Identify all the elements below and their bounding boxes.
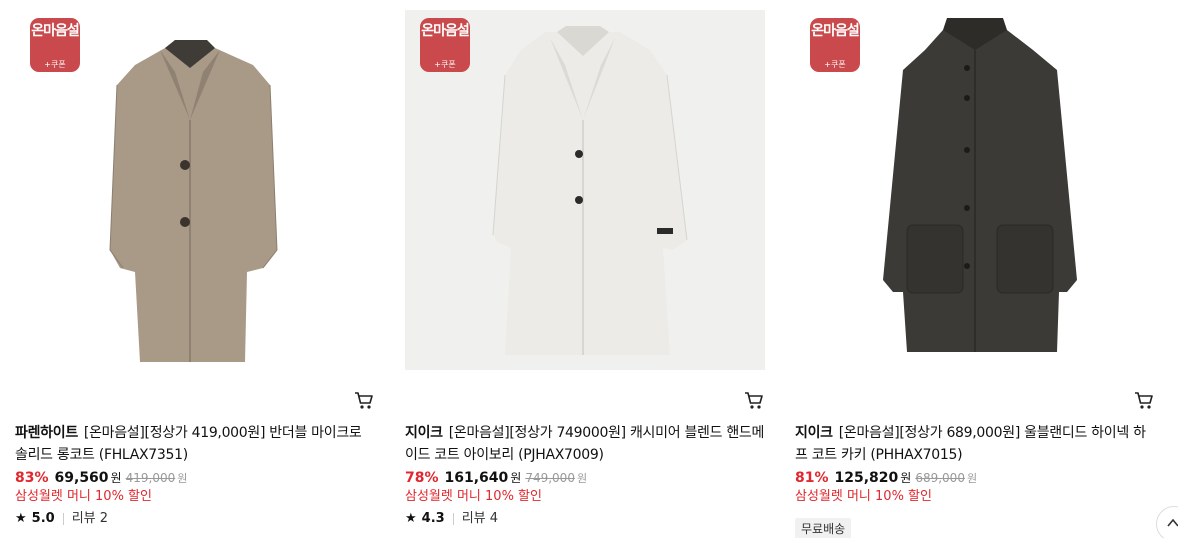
discount-rate: 81% <box>795 470 829 486</box>
free-shipping-tag: 무료배송 <box>795 518 852 538</box>
price-row: 81% 125,820 원 689,000 원 <box>795 468 977 488</box>
badge-main-text: 온마음설 <box>31 23 80 39</box>
currency-unit: 원 <box>900 471 912 485</box>
chevron-up-icon <box>1167 518 1178 527</box>
badge-sub-text: +쿠폰 <box>44 60 66 69</box>
badge-sub-text: +쿠폰 <box>434 60 456 69</box>
product-name: [온마음설][정상가 749000원] 캐시미어 블렌드 핸드메이드 코트 아이… <box>405 425 765 463</box>
promo-badge: 온마음설 +쿠폰 <box>30 18 80 72</box>
product-card[interactable]: 온마음설 +쿠폰 지이크 [온마음설][정상가 689,000원] 울블랜디드 하… <box>795 0 1165 538</box>
add-to-cart-button[interactable] <box>353 389 375 411</box>
badge-main-text: 온마음설 <box>811 23 860 39</box>
currency-unit: 원 <box>510 471 522 485</box>
product-title[interactable]: 지이크 [온마음설][정상가 689,000원] 울블랜디드 하이넥 하프 코트 … <box>795 422 1155 466</box>
badge-main-text: 온마음설 <box>421 23 470 39</box>
review-count[interactable]: 리뷰 2 <box>72 509 108 529</box>
cart-icon <box>745 392 763 409</box>
cart-icon <box>1135 392 1153 409</box>
sale-price: 125,820 <box>834 470 899 486</box>
brand-name: 파렌하이트 <box>15 425 78 441</box>
divider <box>62 513 64 525</box>
cart-icon <box>355 392 373 409</box>
brand-name: 지이크 <box>795 425 833 441</box>
price-row: 78% 161,640 원 749,000 원 <box>405 468 587 488</box>
rating-row: ★ 4.3 리뷰 4 <box>405 509 498 529</box>
payment-promo: 삼성월렛 머니 10% 할인 <box>405 489 542 504</box>
review-count[interactable]: 리뷰 4 <box>462 509 498 529</box>
original-currency-unit: 원 <box>966 472 978 485</box>
product-grid: 온마음설 +쿠폰 파렌하이트 [온마음설][정상가 419,000원] 반더블 마… <box>0 0 1178 538</box>
currency-unit: 원 <box>110 471 122 485</box>
original-price: 749,000 <box>525 471 575 485</box>
rating-score: 4.3 <box>421 511 445 526</box>
product-name: [온마음설][정상가 689,000원] 울블랜디드 하이넥 하프 코트 카키 … <box>795 425 1146 463</box>
original-currency-unit: 원 <box>177 472 188 485</box>
payment-promo: 삼성월렛 머니 10% 할인 <box>795 489 932 504</box>
original-currency-unit: 원 <box>576 472 588 485</box>
star-icon: ★ <box>405 511 417 526</box>
add-to-cart-button[interactable] <box>743 389 765 411</box>
original-price: 689,000 <box>915 471 965 485</box>
sale-price: 69,560 <box>54 470 109 486</box>
brand-name: 지이크 <box>405 425 443 441</box>
original-price: 419,000 <box>125 471 176 485</box>
divider <box>452 513 454 525</box>
product-title[interactable]: 파렌하이트 [온마음설][정상가 419,000원] 반더블 마이크로 솔리드 롱… <box>15 422 375 466</box>
discount-rate: 78% <box>405 470 439 486</box>
promo-badge: 온마음설 +쿠폰 <box>810 18 860 72</box>
discount-rate: 83% <box>15 470 49 486</box>
payment-promo: 삼성월렛 머니 10% 할인 <box>15 489 152 504</box>
sale-price: 161,640 <box>444 470 509 486</box>
price-row: 83% 69,560 원 419,000 원 <box>15 468 187 488</box>
product-card[interactable]: 온마음설 +쿠폰 지이크 [온마음설][정상가 749000원] 캐시미어 블렌드… <box>405 0 775 538</box>
rating-row: ★ 5.0 리뷰 2 <box>15 509 108 529</box>
badge-sub-text: +쿠폰 <box>824 60 846 69</box>
add-to-cart-button[interactable] <box>1133 389 1155 411</box>
rating-score: 5.0 <box>31 511 55 526</box>
star-icon: ★ <box>15 511 27 526</box>
promo-badge: 온마음설 +쿠폰 <box>420 18 470 72</box>
product-title[interactable]: 지이크 [온마음설][정상가 749000원] 캐시미어 블렌드 핸드메이드 코트… <box>405 422 765 466</box>
product-card[interactable]: 온마음설 +쿠폰 파렌하이트 [온마음설][정상가 419,000원] 반더블 마… <box>15 0 385 538</box>
